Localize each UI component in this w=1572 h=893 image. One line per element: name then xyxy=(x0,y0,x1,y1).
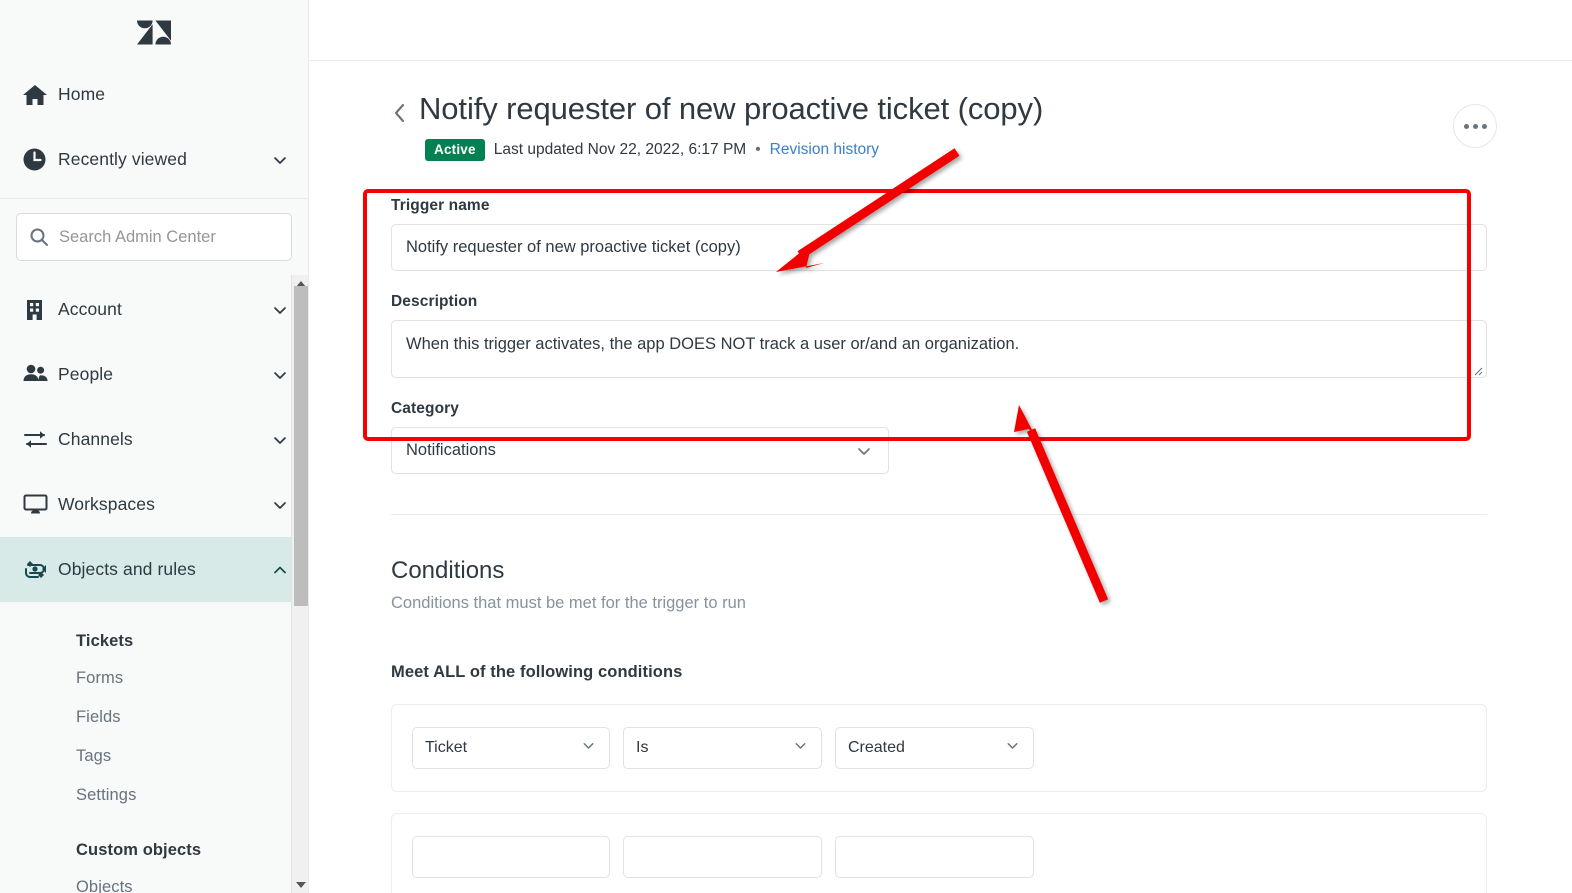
condition-operator-value: Is xyxy=(636,739,649,756)
condition-value-select[interactable]: Created xyxy=(835,727,1034,769)
chevron-down-icon xyxy=(1004,737,1021,759)
condition-field-value: Ticket xyxy=(425,739,468,756)
channels-arrows-icon xyxy=(22,426,58,453)
sidebar-item-label: Account xyxy=(58,299,122,319)
category-select[interactable]: Notifications xyxy=(391,427,889,474)
chevron-up-icon[interactable] xyxy=(270,560,290,580)
search-section: Search Admin Center xyxy=(0,199,308,277)
resize-handle-icon[interactable] xyxy=(1471,362,1483,376)
chevron-down-icon[interactable] xyxy=(270,300,290,320)
condition-value-value: Created xyxy=(848,739,905,756)
revision-history-link[interactable]: Revision history xyxy=(770,141,879,159)
sidebar-item-account[interactable]: Account xyxy=(0,277,308,342)
more-options-dot xyxy=(1463,123,1469,129)
zendesk-logo-icon xyxy=(137,20,171,45)
description-text: When this trigger activates, the app DOE… xyxy=(406,335,1020,353)
meet-all-label: Meet ALL of the following conditions xyxy=(391,663,683,681)
sidebar-item-recently-viewed[interactable]: Recently viewed xyxy=(0,127,308,192)
condition-operator-select[interactable] xyxy=(623,836,822,878)
trigger-form: Trigger name Notify requester of new pro… xyxy=(309,197,1572,474)
building-icon xyxy=(22,297,58,322)
trigger-name-input[interactable]: Notify requester of new proactive ticket… xyxy=(391,224,1487,271)
trigger-name-label: Trigger name xyxy=(391,197,490,214)
sidebar-item-tags[interactable]: Tags xyxy=(0,737,308,776)
more-options-dot xyxy=(1481,123,1487,129)
search-icon xyxy=(29,227,49,247)
chevron-down-icon[interactable] xyxy=(270,365,290,385)
page-title: Notify requester of new proactive ticket… xyxy=(419,91,1044,126)
last-updated-text: Last updated Nov 22, 2022, 6:17 PM xyxy=(493,141,747,158)
sidebar-item-label: Home xyxy=(58,84,106,104)
chevron-down-icon[interactable] xyxy=(270,150,290,170)
more-options-button[interactable] xyxy=(1453,104,1497,148)
title-row: Notify requester of new proactive ticket… xyxy=(391,91,1487,130)
sidebar-item-people[interactable]: People xyxy=(0,342,308,407)
condition-row xyxy=(391,813,1487,893)
sidebar-item-fields[interactable]: Fields xyxy=(0,698,308,737)
objects-rules-icon xyxy=(22,556,58,584)
sidebar-item-label: Recently viewed xyxy=(58,149,187,169)
sidebar-item-settings[interactable]: Settings xyxy=(0,776,308,815)
meta-separator: • xyxy=(755,141,761,158)
sidebar-item-workspaces[interactable]: Workspaces xyxy=(0,472,308,537)
chevron-down-icon[interactable] xyxy=(270,430,290,450)
page-content: Notify requester of new proactive ticket… xyxy=(309,61,1572,893)
sidebar-primary-nav: Home Recently viewed xyxy=(0,62,308,198)
sidebar-item-label: Objects and rules xyxy=(58,559,196,579)
sidebar-item-objects-and-rules[interactable]: Objects and rules xyxy=(0,537,308,602)
conditions-subtitle: Conditions that must be met for the trig… xyxy=(391,594,746,612)
main-topbar xyxy=(309,0,1572,61)
sidebar-scrollbar[interactable] xyxy=(291,275,308,893)
sidebar-item-label: People xyxy=(58,364,114,384)
category-value: Notifications xyxy=(406,441,496,459)
condition-operator-select[interactable]: Is xyxy=(623,727,822,769)
sidebar-subnav: Tickets Forms Fields Tags Settings Custo… xyxy=(0,602,308,893)
sidebar-item-home[interactable]: Home xyxy=(0,62,308,127)
main-content: Notify requester of new proactive ticket… xyxy=(309,0,1572,893)
monitor-icon xyxy=(22,491,58,518)
condition-field-select[interactable] xyxy=(412,836,610,878)
sidebar-groups: Account People Channels Workspaces Objec… xyxy=(0,277,308,602)
condition-field-select[interactable]: Ticket xyxy=(412,727,610,769)
chevron-down-icon xyxy=(580,737,597,759)
more-options-dot xyxy=(1472,123,1478,129)
sidebar-item-label: Channels xyxy=(58,429,133,449)
search-placeholder: Search Admin Center xyxy=(59,227,216,246)
scrollbar-thumb[interactable] xyxy=(294,286,308,606)
category-label: Category xyxy=(391,400,459,417)
conditions-title: Conditions xyxy=(391,557,505,584)
sidebar-item-label: Workspaces xyxy=(58,494,155,514)
status-badge: Active xyxy=(425,139,485,161)
conditions-section: Conditions Conditions that must be met f… xyxy=(309,557,1572,893)
sidebar-item-objects[interactable]: Objects xyxy=(0,868,308,893)
sidebar-item-channels[interactable]: Channels xyxy=(0,407,308,472)
people-icon xyxy=(22,361,58,388)
chevron-down-icon xyxy=(854,441,874,461)
page-meta: Active Last updated Nov 22, 2022, 6:17 P… xyxy=(391,139,1487,161)
chevron-down-icon[interactable] xyxy=(270,495,290,515)
search-input[interactable]: Search Admin Center xyxy=(16,213,292,261)
sidebar-item-forms[interactable]: Forms xyxy=(0,659,308,698)
clock-icon xyxy=(22,147,58,172)
scroll-down-arrow-icon[interactable] xyxy=(292,876,308,893)
page-header: Notify requester of new proactive ticket… xyxy=(309,91,1572,161)
description-textarea[interactable]: When this trigger activates, the app DOE… xyxy=(391,320,1487,378)
brand-logo[interactable] xyxy=(0,0,308,62)
home-icon xyxy=(22,82,58,108)
chevron-left-icon[interactable] xyxy=(391,91,409,130)
subnav-heading-tickets: Tickets xyxy=(76,632,134,650)
description-label: Description xyxy=(391,293,478,310)
section-divider xyxy=(391,514,1487,515)
chevron-down-icon xyxy=(792,737,809,759)
sidebar: Home Recently viewed Search Admin Center… xyxy=(0,0,309,893)
condition-value-select[interactable] xyxy=(835,836,1034,878)
subnav-heading-custom-objects: Custom objects xyxy=(76,841,202,859)
admin-center-page: Home Recently viewed Search Admin Center… xyxy=(0,0,1572,893)
condition-row: Ticket Is Created xyxy=(391,704,1487,792)
